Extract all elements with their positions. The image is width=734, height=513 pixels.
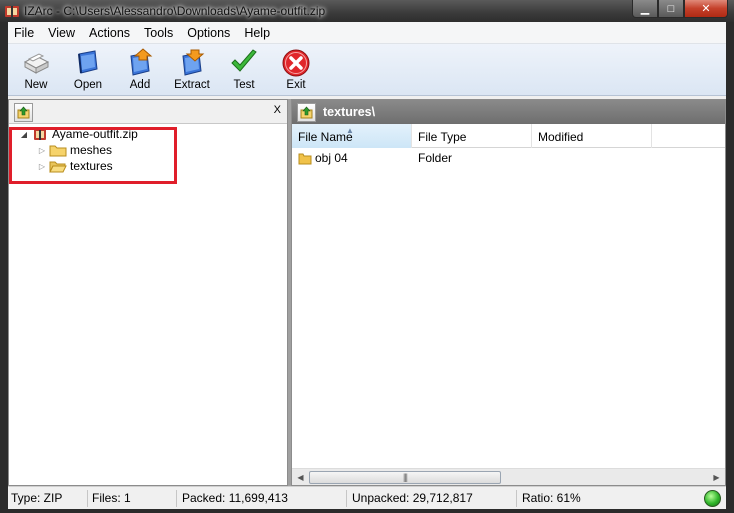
- toolbar: New Open Add Extract Test Exit: [8, 44, 726, 96]
- folder-icon: [298, 153, 312, 164]
- tree-item-meshes[interactable]: ▷ meshes: [9, 142, 287, 158]
- open-folder-icon: [49, 161, 67, 173]
- expand-arrow-icon[interactable]: ▷: [37, 162, 47, 171]
- checkmark-icon: [231, 49, 257, 72]
- new-button[interactable]: New: [10, 44, 62, 96]
- add-button[interactable]: Add: [114, 44, 166, 96]
- open-label: Open: [73, 79, 103, 91]
- scroll-left-icon[interactable]: ◀: [292, 469, 309, 486]
- extract-label: Extract: [174, 79, 210, 91]
- new-archive-icon: [23, 53, 50, 74]
- tree-root-item[interactable]: ◢ Ayame-outfit.zip: [9, 126, 287, 142]
- new-label: New: [24, 79, 48, 91]
- status-unpacked: Unpacked: 29,712,817: [347, 489, 517, 507]
- column-modified[interactable]: Modified: [532, 124, 652, 148]
- path-bar: textures\: [292, 100, 725, 124]
- menu-actions[interactable]: Actions: [82, 22, 137, 44]
- folder-icon: [49, 145, 67, 157]
- file-list-pane: textures\ ▲ File Name File Type Modified: [291, 99, 726, 486]
- scrollbar-track[interactable]: |||: [309, 469, 708, 486]
- tree-item-textures[interactable]: ▷ textures: [9, 158, 287, 174]
- column-label: File Type: [418, 130, 467, 144]
- tree-item-label: meshes: [70, 143, 113, 157]
- menu-view[interactable]: View: [41, 22, 82, 44]
- panes: X ◢ Ayame-outfit.zip ▷ meshes ▷ textures…: [8, 99, 726, 486]
- add-files-icon: [130, 48, 153, 76]
- menu-help[interactable]: Help: [237, 22, 277, 44]
- tree-item-label: textures: [70, 159, 113, 173]
- menu-bar: File View Actions Tools Options Help: [8, 22, 726, 44]
- column-label: Modified: [538, 130, 584, 144]
- folder-tree: ◢ Ayame-outfit.zip ▷ meshes ▷ textures: [9, 124, 287, 184]
- window-controls: ▁ □ ✕: [632, 0, 728, 18]
- file-type: Folder: [418, 151, 453, 165]
- test-button[interactable]: Test: [218, 44, 270, 96]
- minimize-button[interactable]: ▁: [632, 0, 658, 18]
- column-file-type[interactable]: File Type: [412, 124, 532, 148]
- column-filler: [652, 124, 725, 148]
- up-folder-icon: [300, 106, 313, 118]
- collapse-arrow-icon[interactable]: ◢: [19, 130, 29, 139]
- column-label: File Name: [298, 130, 353, 144]
- title-bar: IZArc - C:\Users\Alessandro\Downloads\Ay…: [0, 0, 734, 22]
- status-files: Files: 1: [88, 489, 177, 507]
- status-ratio: Ratio: 61%: [522, 490, 581, 505]
- expand-arrow-icon[interactable]: ▷: [37, 146, 47, 155]
- list-header: ▲ File Name File Type Modified: [292, 124, 725, 148]
- status-bar: Type: ZIP Files: 1 Packed: 11,699,413 Un…: [8, 486, 726, 509]
- list-up-folder-button[interactable]: [297, 102, 316, 122]
- open-button[interactable]: Open: [62, 44, 114, 96]
- add-label: Add: [129, 79, 151, 91]
- extract-icon: [182, 49, 205, 76]
- file-name: obj 04: [315, 151, 348, 165]
- sort-ascending-icon: ▲: [346, 126, 354, 135]
- maximize-button[interactable]: □: [658, 0, 684, 18]
- zip-archive-icon: [34, 129, 46, 140]
- status-led-icon: [704, 490, 721, 507]
- column-file-name[interactable]: ▲ File Name: [292, 124, 412, 148]
- exit-icon: [282, 49, 310, 77]
- scrollbar-thumb[interactable]: |||: [309, 470, 501, 484]
- extract-button[interactable]: Extract: [166, 44, 218, 96]
- tree-pane-header: X: [9, 100, 287, 124]
- horizontal-scrollbar[interactable]: ◀ ||| ▶: [292, 468, 725, 485]
- up-folder-icon: [17, 106, 30, 119]
- exit-label: Exit: [286, 79, 306, 91]
- name-cell: obj 04: [292, 151, 412, 165]
- open-archive-icon: [78, 50, 98, 74]
- tree-up-folder-button[interactable]: [14, 103, 33, 122]
- window-title: IZArc - C:\Users\Alessandro\Downloads\Ay…: [24, 4, 326, 18]
- menu-file[interactable]: File: [8, 22, 41, 44]
- status-packed: Packed: 11,699,413: [177, 489, 347, 507]
- list-item[interactable]: obj 04 Folder: [292, 148, 725, 168]
- app-window: File View Actions Tools Options Help New…: [8, 22, 726, 509]
- menu-options[interactable]: Options: [180, 22, 237, 44]
- scroll-right-icon[interactable]: ▶: [708, 469, 725, 486]
- status-type: Type: ZIP: [8, 489, 88, 507]
- folder-tree-pane: X ◢ Ayame-outfit.zip ▷ meshes ▷ textures: [8, 99, 288, 486]
- tree-pane-close-button[interactable]: X: [274, 104, 281, 116]
- close-window-button[interactable]: ✕: [684, 0, 728, 18]
- test-label: Test: [233, 79, 255, 91]
- tree-root-label: Ayame-outfit.zip: [52, 127, 138, 141]
- exit-button[interactable]: Exit: [270, 44, 322, 96]
- menu-tools[interactable]: Tools: [137, 22, 180, 44]
- izarc-app-icon: [5, 6, 19, 17]
